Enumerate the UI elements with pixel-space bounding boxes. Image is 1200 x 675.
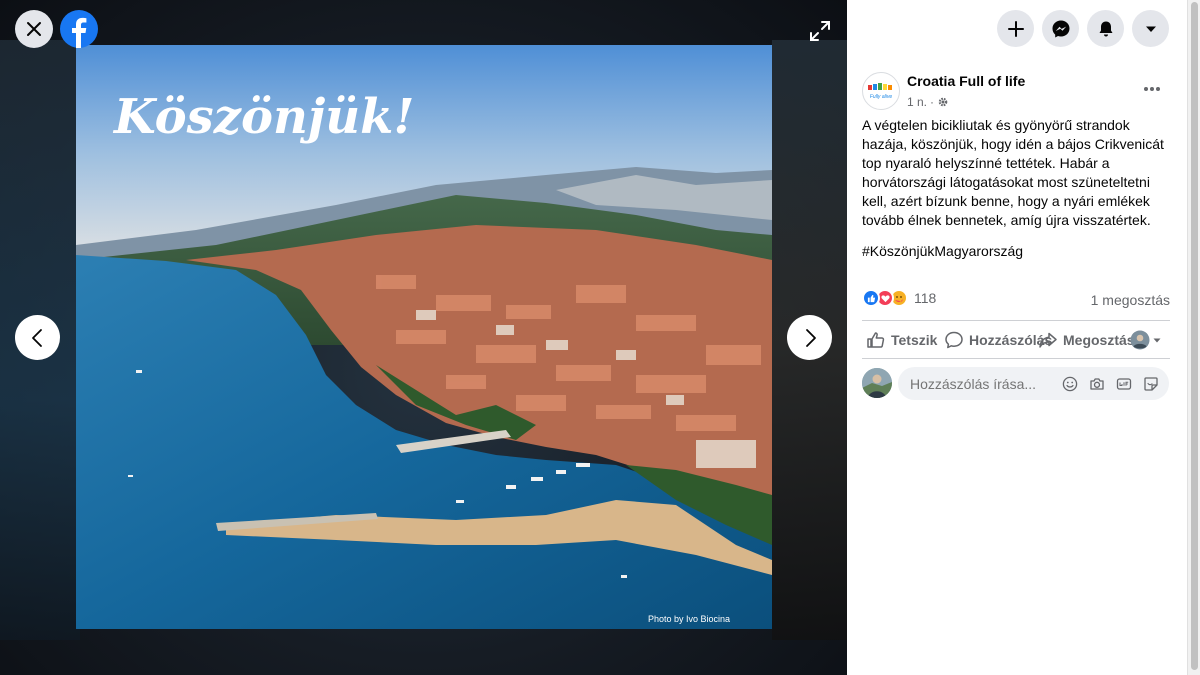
notifications-button[interactable]	[1087, 10, 1124, 47]
avatar-text: Fully alive	[870, 94, 892, 100]
divider-bottom	[862, 358, 1170, 359]
create-button[interactable]	[997, 10, 1034, 47]
expand-icon	[810, 21, 830, 41]
messenger-icon	[1052, 20, 1069, 37]
meta-separator: ·	[930, 95, 935, 109]
like-label: Tetszik	[891, 332, 938, 348]
photo-credit: Photo by Ivo Biocina	[648, 614, 730, 624]
divider-top	[862, 320, 1170, 321]
chevron-left-icon	[31, 328, 42, 347]
photo-title-overlay: Köszönjük!	[112, 89, 414, 145]
close-button[interactable]	[15, 10, 53, 48]
post-panel: Fully alive Croatia Full of life 1 n. · …	[847, 0, 1187, 675]
like-reaction-icon	[862, 289, 880, 307]
user-avatar-small-icon	[1130, 330, 1150, 350]
post-options-button[interactable]	[1137, 76, 1167, 102]
photo-attach-button[interactable]	[1088, 375, 1105, 392]
emoji-button[interactable]	[1061, 375, 1078, 392]
reaction-summary[interactable]: 118	[862, 289, 936, 307]
account-menu-button[interactable]	[1132, 10, 1169, 47]
facebook-logo[interactable]	[60, 10, 98, 48]
fullscreen-button[interactable]	[805, 16, 835, 46]
comment-button[interactable]: Hozzászólás	[944, 330, 1052, 350]
plus-icon	[1007, 20, 1024, 37]
gear-icon	[938, 97, 948, 107]
more-horizontal-icon	[1144, 87, 1160, 91]
hashtag-link[interactable]: #KöszönjükMagyarország	[862, 243, 1023, 259]
sticker-icon	[1143, 376, 1158, 391]
comment-tools	[1061, 375, 1159, 392]
croatia-logo: Fully alive	[868, 83, 892, 100]
page-name-link[interactable]: Croatia Full of life	[907, 73, 1025, 89]
next-photo-button[interactable]	[787, 315, 832, 360]
comment-input[interactable]	[910, 375, 1060, 392]
caret-down-icon	[1145, 26, 1156, 32]
share-button[interactable]: Megosztás	[1038, 330, 1135, 350]
share-arrow-icon	[1039, 332, 1057, 348]
current-user-avatar[interactable]	[862, 368, 892, 398]
gif-button[interactable]	[1115, 375, 1132, 392]
page-avatar[interactable]: Fully alive	[862, 72, 900, 110]
comment-composer[interactable]	[898, 367, 1169, 400]
chevron-right-icon	[805, 328, 816, 347]
facebook-f-icon	[72, 17, 87, 48]
caret-down-small-icon	[1153, 338, 1161, 343]
previous-photo-button[interactable]	[15, 315, 60, 360]
camera-icon	[1089, 377, 1104, 390]
post-text: A végtelen bicikliutak és gyönyörű stran…	[862, 117, 1164, 228]
post-time[interactable]: 1 n.	[907, 95, 927, 109]
like-button[interactable]: Tetszik	[866, 330, 937, 350]
bell-icon	[1099, 21, 1112, 36]
thumbs-up-icon	[867, 332, 885, 348]
panel-scrollbar[interactable]	[1187, 0, 1200, 675]
close-icon	[27, 22, 41, 36]
sticker-button[interactable]	[1142, 375, 1159, 392]
post-photo[interactable]: Köszönjük! Photo by Ivo Biocina	[76, 45, 772, 629]
gif-icon	[1116, 377, 1131, 390]
post-action-bar: Tetszik Hozzászólás Megosztás	[862, 322, 1170, 358]
post-meta: 1 n. ·	[907, 95, 949, 109]
share-count-link[interactable]: 1 megosztás	[1091, 292, 1170, 308]
share-label: Megosztás	[1063, 332, 1135, 348]
reaction-count[interactable]: 118	[914, 290, 936, 306]
photo-viewer: Köszönjük! Photo by Ivo Biocina	[0, 0, 847, 675]
share-as-selector[interactable]	[1130, 330, 1162, 350]
messenger-button[interactable]	[1042, 10, 1079, 47]
user-photo-icon	[862, 368, 892, 398]
scrollbar-thumb[interactable]	[1191, 2, 1198, 670]
comment-icon	[945, 331, 963, 349]
smiley-icon	[1062, 376, 1077, 391]
